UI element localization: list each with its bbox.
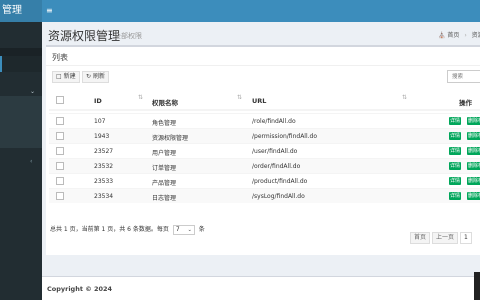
copyright: Copyright © 2024 bbox=[47, 285, 113, 293]
detail-button[interactable]: 详情 bbox=[449, 147, 462, 155]
chevron-down-icon[interactable]: ⌄ bbox=[30, 88, 35, 95]
pagination-text: 总共 1 页，当前第 1 页，共 6 条数据。每页 bbox=[50, 226, 169, 233]
detail-button[interactable]: 详情 bbox=[449, 162, 462, 170]
sidebar-item-active[interactable] bbox=[0, 56, 42, 72]
sort-icon[interactable]: ⇅ bbox=[237, 94, 242, 101]
refresh-icon: ↻ bbox=[86, 73, 92, 80]
divider bbox=[46, 65, 480, 66]
sort-icon[interactable]: ⇅ bbox=[402, 94, 407, 101]
page-size-value: 7 bbox=[175, 225, 180, 233]
row-checkbox[interactable] bbox=[56, 117, 64, 125]
refresh-button-label: 刷新 bbox=[92, 73, 105, 80]
pagination-suffix: 条 bbox=[198, 226, 205, 233]
header-ops: 操作 bbox=[459, 99, 472, 107]
delete-button[interactable]: 删除权 bbox=[467, 147, 480, 155]
table-row: 107 角色管理 /role/findAll.do 详情 删除权 bbox=[49, 113, 480, 128]
table-row: 23533 产品管理 /product/findAll.do 详情 删除权 bbox=[49, 173, 480, 188]
table-row: 23534 日志管理 /sysLog/findAll.do 详情 删除权 bbox=[49, 188, 480, 203]
prev-page-button[interactable]: 上一页 bbox=[432, 232, 459, 244]
select-all-checkbox[interactable] bbox=[56, 96, 64, 104]
breadcrumb: ⛪ 首页 › 资源 bbox=[438, 30, 480, 39]
breadcrumb-separator: › bbox=[464, 32, 467, 39]
sort-icon[interactable]: ⇅ bbox=[138, 94, 143, 101]
row-url: /order/findAll.do bbox=[252, 163, 301, 170]
sidebar-submenu[interactable] bbox=[0, 96, 42, 148]
row-name: 日志管理 bbox=[152, 195, 177, 202]
delete-button[interactable]: 删除权 bbox=[467, 162, 480, 170]
row-id: 107 bbox=[94, 118, 106, 125]
row-checkbox[interactable] bbox=[56, 132, 64, 140]
row-id: 1943 bbox=[94, 133, 110, 140]
row-name: 产品管理 bbox=[152, 180, 177, 187]
row-url: /permission/findAll.do bbox=[252, 133, 318, 140]
row-name: 订单管理 bbox=[152, 165, 177, 172]
row-url: /sysLog/findAll.do bbox=[252, 193, 305, 200]
row-url: /role/findAll.do bbox=[252, 118, 296, 125]
breadcrumb-current[interactable]: 资源 bbox=[472, 32, 480, 39]
row-id: 23534 bbox=[94, 193, 114, 200]
chevron-left-icon[interactable]: ‹ bbox=[30, 158, 32, 165]
row-name: 角色管理 bbox=[152, 120, 177, 127]
box-title: 列表 bbox=[52, 53, 68, 62]
header-url[interactable]: URL bbox=[252, 97, 266, 105]
refresh-button[interactable]: ↻ 刷新 bbox=[82, 71, 109, 83]
row-url: /product/findAll.do bbox=[252, 178, 308, 185]
delete-button[interactable]: 删除权 bbox=[467, 177, 480, 185]
page-size-select[interactable]: 7 ⌄ bbox=[172, 224, 195, 235]
table-row: 23532 订单管理 /order/findAll.do 详情 删除权 bbox=[49, 158, 480, 173]
overlay-badge bbox=[474, 272, 480, 300]
footer: Copyright © 2024 bbox=[42, 276, 480, 300]
table-header: ID ⇅ 权限名称 ⇅ URL ⇅ 操作 bbox=[49, 88, 480, 111]
row-checkbox[interactable] bbox=[56, 192, 64, 200]
list-box: 列表 □ 新建 ↻ 刷新 ID ⇅ 权限名称 ⇅ URL ⇅ 操作 107 角色… bbox=[46, 45, 480, 255]
header-id[interactable]: ID bbox=[94, 97, 102, 105]
new-button-label: 新建 bbox=[63, 73, 76, 80]
file-icon: □ bbox=[56, 73, 62, 80]
header-name[interactable]: 权限名称 bbox=[152, 97, 178, 107]
page-title: 资源权限管理 bbox=[48, 29, 121, 43]
pagination-info: 总共 1 页，当前第 1 页，共 6 条数据。每页 7 ⌄ 条 bbox=[50, 224, 205, 235]
row-id: 23533 bbox=[94, 178, 114, 185]
delete-button[interactable]: 删除权 bbox=[467, 132, 480, 140]
row-url: /user/findAll.do bbox=[252, 148, 298, 155]
row-id: 23532 bbox=[94, 163, 114, 170]
delete-button[interactable]: 删除权 bbox=[467, 117, 480, 125]
detail-button[interactable]: 详情 bbox=[449, 177, 462, 185]
home-icon: ⛪ bbox=[438, 32, 446, 39]
chevron-down-icon: ⌄ bbox=[187, 226, 192, 233]
hamburger-icon[interactable]: ≡ bbox=[46, 6, 53, 16]
top-navbar: 管理 ≡ bbox=[0, 0, 480, 22]
brand-title[interactable]: 管理 bbox=[0, 0, 42, 22]
row-name: 资源权限管理 bbox=[152, 135, 189, 142]
first-page-button[interactable]: 首页 bbox=[410, 232, 431, 244]
detail-button[interactable]: 详情 bbox=[449, 192, 462, 200]
search-input[interactable] bbox=[447, 70, 480, 83]
detail-button[interactable]: 详情 bbox=[449, 117, 462, 125]
table-row: 1943 资源权限管理 /permission/findAll.do 详情 删除… bbox=[49, 128, 480, 143]
row-checkbox[interactable] bbox=[56, 147, 64, 155]
delete-button[interactable]: 删除权 bbox=[467, 192, 480, 200]
row-checkbox[interactable] bbox=[56, 177, 64, 185]
breadcrumb-home[interactable]: 首页 bbox=[447, 32, 459, 39]
row-id: 23527 bbox=[94, 148, 114, 155]
row-checkbox[interactable] bbox=[56, 162, 64, 170]
new-button[interactable]: □ 新建 bbox=[52, 71, 80, 83]
row-name: 用户管理 bbox=[152, 150, 177, 157]
detail-button[interactable]: 详情 bbox=[449, 132, 462, 140]
page-subtitle: 全部权限 bbox=[114, 32, 142, 40]
table-row: 23527 用户管理 /user/findAll.do 详情 删除权 bbox=[49, 143, 480, 158]
page-1-button[interactable]: 1 bbox=[460, 232, 472, 244]
